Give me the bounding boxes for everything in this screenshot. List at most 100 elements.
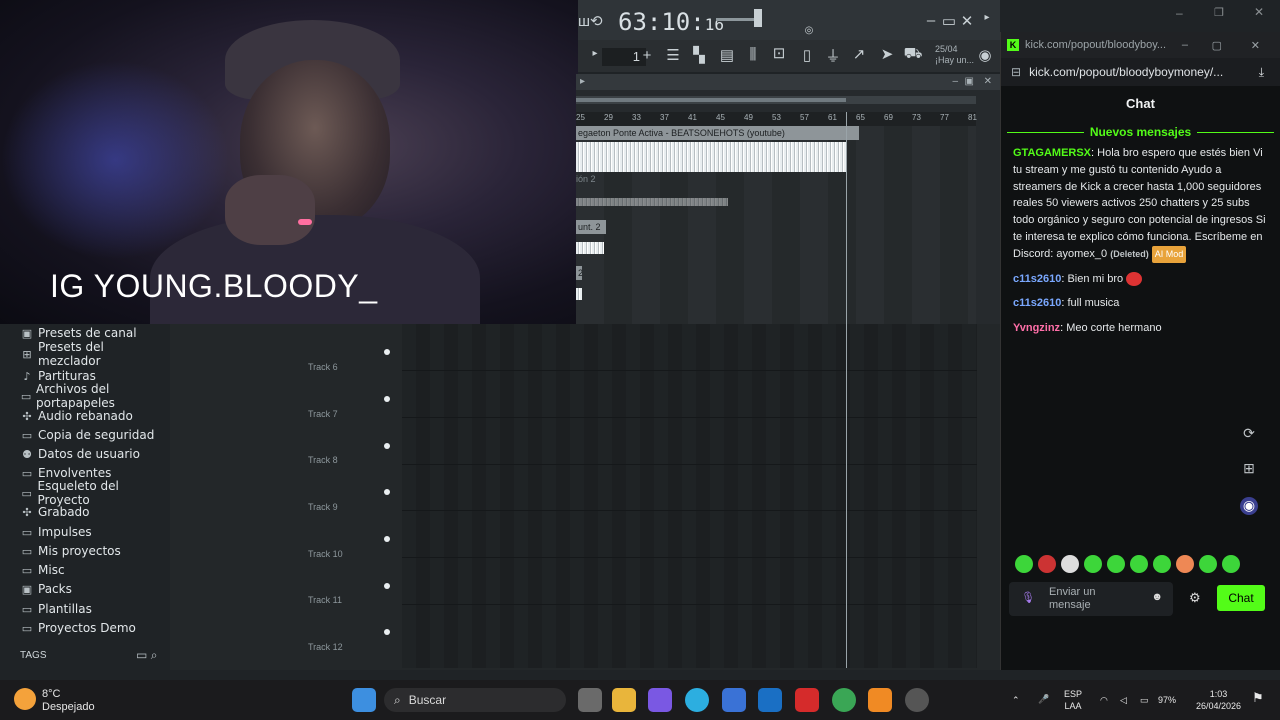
browser-icon[interactable]: ⊡ (768, 44, 790, 62)
chat-input[interactable]: 🎙 Enviar un mensaje ☻ (1009, 582, 1173, 616)
browser-item[interactable]: ▭ Mis proyectos (20, 542, 121, 560)
clock[interactable]: 1:03 26/04/2026 (1196, 688, 1241, 712)
track-header[interactable]: Track 11 (308, 595, 400, 605)
playlist-minimize-icon[interactable]: – (952, 74, 958, 90)
playlist-close-icon[interactable]: ✕ (984, 74, 992, 90)
language-indicator[interactable]: ESP LAA (1064, 688, 1082, 712)
track-header[interactable]: Track 9 (308, 502, 400, 512)
download-icon[interactable]: ⤓ (1259, 65, 1264, 80)
emote-icon[interactable] (1107, 555, 1125, 573)
clip-label-4[interactable]: 2 (576, 266, 582, 280)
tray-chevron-icon[interactable]: ⌃ (1012, 694, 1020, 706)
emote-icon[interactable] (1038, 555, 1056, 573)
edge-icon[interactable] (685, 688, 709, 712)
close-icon[interactable]: ✕ (956, 12, 978, 30)
chrome-icon[interactable] (832, 688, 856, 712)
copilot-icon[interactable] (648, 688, 672, 712)
track-header[interactable]: Track 8 (308, 455, 400, 465)
playlist-arrow-icon[interactable]: ▸ (580, 76, 585, 87)
playhead[interactable] (846, 112, 847, 324)
emote-icon[interactable] (1061, 555, 1079, 573)
track-mute-dot[interactable] (384, 536, 390, 542)
taskbar-search[interactable]: ⌕ Buscar (384, 688, 566, 712)
weather-icon[interactable] (14, 688, 36, 710)
browser-item[interactable]: ▣ Packs (20, 580, 72, 598)
emote-icon[interactable] (1015, 555, 1033, 573)
browser-item[interactable]: ⚉ Datos de usuario (20, 445, 140, 463)
plug-icon[interactable]: ⏚ (822, 45, 844, 66)
emote-icon[interactable] (1084, 555, 1102, 573)
chat-username[interactable]: c11s2610 (1013, 297, 1061, 309)
track-mute-dot[interactable] (384, 629, 390, 635)
arrow-right-icon[interactable]: ▸ (976, 12, 998, 23)
app-l-icon[interactable] (795, 688, 819, 712)
chat-minimize-icon[interactable]: – (1182, 39, 1188, 51)
chat-username[interactable]: GTAGAMERSX (1013, 147, 1091, 159)
playlist-scrollbar[interactable] (576, 96, 976, 104)
plugin-icon[interactable]: ▯ (796, 46, 818, 64)
folder-icon[interactable]: ▭ (136, 648, 147, 662)
browser-item[interactable]: ▭ Archivos del portapapeles (20, 382, 170, 410)
audio-clip-label[interactable]: egaeton Ponte Activa - BEATSONEHOTS (you… (576, 126, 859, 140)
arrow-tool-icon[interactable]: ↗ (848, 45, 870, 63)
globe-icon[interactable]: ◉ (974, 46, 996, 64)
song-mode-icon[interactable]: ш⟲ (578, 12, 603, 30)
store-icon[interactable] (722, 688, 746, 712)
battery-icon[interactable]: ▭ (1140, 694, 1149, 706)
notification-icon[interactable]: ⚑ (1252, 691, 1264, 704)
mixer-icon[interactable]: ⫼ (742, 46, 764, 63)
browser-item[interactable]: ▭ Plantillas (20, 600, 92, 618)
file-explorer-icon[interactable] (612, 688, 636, 712)
browser-item[interactable]: ▭ Esqueleto del Proyecto (20, 479, 170, 507)
pointer-icon[interactable]: ➤ (876, 45, 898, 63)
track-mute-dot[interactable] (384, 489, 390, 495)
app-close-icon[interactable]: ✕ (1254, 5, 1264, 19)
task-view-icon[interactable] (578, 688, 602, 712)
browser-item[interactable]: ✣ Grabado (20, 503, 89, 521)
track-grid[interactable] (402, 324, 977, 668)
mic-icon[interactable]: 🎤 (1038, 693, 1049, 705)
chat-maximize-icon[interactable]: ▢ (1212, 39, 1222, 52)
app-restore-icon[interactable]: ❐ (1214, 6, 1224, 19)
track-mute-dot[interactable] (384, 443, 390, 449)
playlist-maximize-icon[interactable]: ▣ (965, 74, 974, 90)
start-button-icon[interactable] (352, 688, 376, 712)
browser-item[interactable]: ✣ Audio rebanado (20, 407, 132, 425)
timeline-ruler[interactable]: 25 29 33 37 41 45 49 53 57 61 65 69 73 7… (576, 112, 977, 126)
emote-icon[interactable] (1153, 555, 1171, 573)
browser-item[interactable]: ▭ Proyectos Demo (20, 619, 136, 637)
fl-studio-icon[interactable] (868, 688, 892, 712)
faint-waveform[interactable] (576, 198, 728, 206)
add-pattern-icon[interactable]: + (636, 47, 658, 64)
chat-close-icon[interactable]: ✕ (1251, 39, 1260, 52)
obs-icon[interactable] (905, 688, 929, 712)
bot-icon[interactable]: ◉ (1240, 497, 1258, 515)
wifi-icon[interactable]: ◠ (1100, 694, 1108, 706)
piano-roll-icon[interactable]: ▚ (688, 46, 710, 64)
volume-icon[interactable]: ◁ (1120, 694, 1127, 706)
playlist-scroll-thumb[interactable] (576, 98, 846, 102)
app-minimize-icon[interactable]: – (1176, 6, 1183, 20)
emote-icon[interactable] (1130, 555, 1148, 573)
browser-item[interactable]: ▭ Copia de seguridad (20, 426, 155, 444)
browser-item[interactable]: ▭ Impulses (20, 523, 92, 541)
search-icon[interactable]: ⌕ (151, 648, 158, 662)
site-info-icon[interactable]: ⊟ (1011, 65, 1021, 79)
chat-input-placeholder[interactable]: Enviar un mensaje (1049, 586, 1119, 612)
track-mute-dot[interactable] (384, 349, 390, 355)
track-header[interactable]: Track 6 (308, 362, 400, 372)
translate-icon[interactable]: ⟳ (1240, 425, 1258, 443)
emote-icon[interactable] (1222, 555, 1240, 573)
clip-label-3[interactable]: unt. 2 (576, 220, 606, 234)
chat-send-button[interactable]: Chat (1217, 585, 1265, 611)
chat-username[interactable]: c11s2610 (1013, 273, 1061, 285)
chat-url-bar[interactable]: ⊟ kick.com/popout/bloodyboymoney/... ⤓ (1001, 58, 1280, 86)
track-mute-dot[interactable] (384, 583, 390, 589)
weather-widget[interactable]: 8°C Despejado (42, 688, 95, 714)
browser-item[interactable]: ⊞ Presets del mezclador (20, 340, 170, 368)
browser-item[interactable]: ▭ Misc (20, 561, 65, 579)
playlist-icon[interactable]: ☰ (662, 46, 684, 64)
track-header[interactable]: Track 10 (308, 549, 400, 559)
news-hint[interactable]: 25/04 ¡Hay un... (935, 44, 974, 66)
grid-icon[interactable]: ⊞ (1240, 460, 1258, 478)
